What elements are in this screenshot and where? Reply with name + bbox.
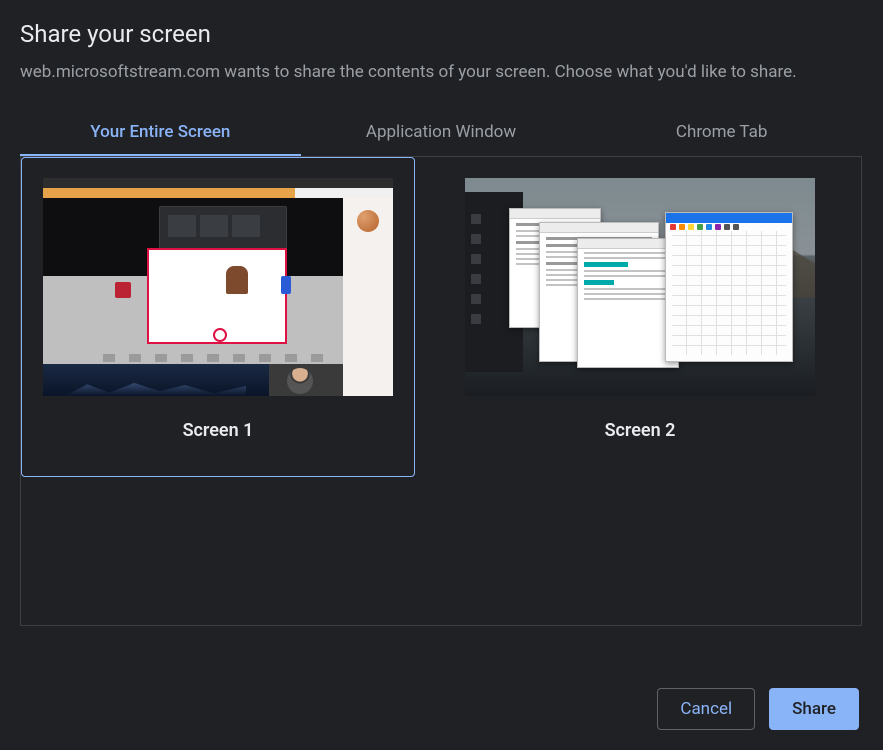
screen-option-1[interactable]: Screen 1: [21, 157, 415, 477]
screen-1-thumbnail: [43, 178, 393, 396]
tab-chrome-tab[interactable]: Chrome Tab: [581, 110, 862, 156]
screen-options: Screen 1: [20, 157, 862, 626]
screen-option-2[interactable]: Screen 2: [443, 157, 837, 477]
screen-2-thumbnail: [465, 178, 815, 396]
dialog-description: web.microsoftstream.com wants to share t…: [20, 60, 820, 86]
share-source-tabs: Your Entire Screen Application Window Ch…: [20, 110, 862, 157]
dialog-title: Share your screen: [20, 20, 863, 48]
screen-1-label: Screen 1: [32, 420, 404, 441]
screen-2-label: Screen 2: [454, 420, 826, 441]
dialog-footer: Cancel Share: [657, 688, 859, 730]
cancel-button[interactable]: Cancel: [657, 688, 755, 730]
share-button[interactable]: Share: [769, 688, 859, 730]
tab-entire-screen[interactable]: Your Entire Screen: [20, 110, 301, 156]
tab-application-window[interactable]: Application Window: [301, 110, 582, 156]
